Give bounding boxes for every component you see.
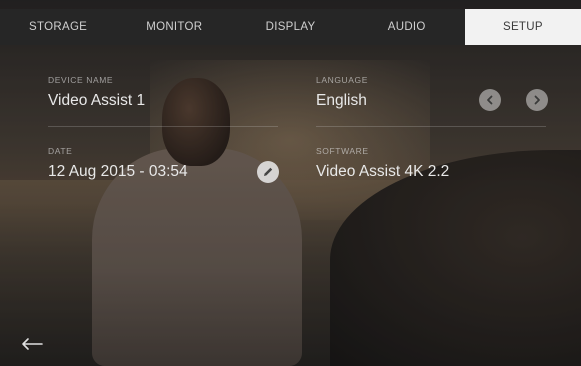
device-name-label: DEVICE NAME	[48, 75, 114, 85]
tab-monitor[interactable]: MONITOR	[116, 9, 232, 45]
top-tab-bar: STORAGE MONITOR DISPLAY AUDIO SETUP	[0, 9, 581, 45]
language-label: LANGUAGE	[316, 75, 369, 85]
date-label: DATE	[48, 146, 73, 156]
language-value: English	[316, 92, 367, 109]
device-name-value[interactable]: Video Assist 1	[48, 92, 145, 110]
pencil-icon	[264, 167, 273, 176]
software-label: SOFTWARE	[316, 146, 369, 156]
tab-storage[interactable]: STORAGE	[0, 9, 116, 45]
language-prev-button[interactable]	[479, 89, 501, 111]
video-assist-screen: STORAGE MONITOR DISPLAY AUDIO SETUP DEVI…	[0, 0, 581, 366]
chevron-right-icon	[534, 95, 540, 105]
chevron-left-icon	[487, 95, 493, 105]
arrow-left-icon	[22, 338, 43, 350]
background-dim-overlay	[0, 0, 581, 366]
tab-setup[interactable]: SETUP	[464, 9, 581, 45]
tab-audio[interactable]: AUDIO	[349, 9, 465, 45]
date-edit-button[interactable]	[257, 161, 279, 183]
software-value: Video Assist 4K 2.2	[316, 163, 450, 180]
language-divider	[316, 126, 546, 127]
back-button[interactable]	[20, 336, 44, 357]
date-value: 12 Aug 2015 - 03:54	[48, 163, 188, 180]
tab-display[interactable]: DISPLAY	[232, 9, 348, 45]
device-name-divider	[48, 126, 278, 127]
language-next-button[interactable]	[526, 89, 548, 111]
background-photo	[0, 0, 581, 366]
